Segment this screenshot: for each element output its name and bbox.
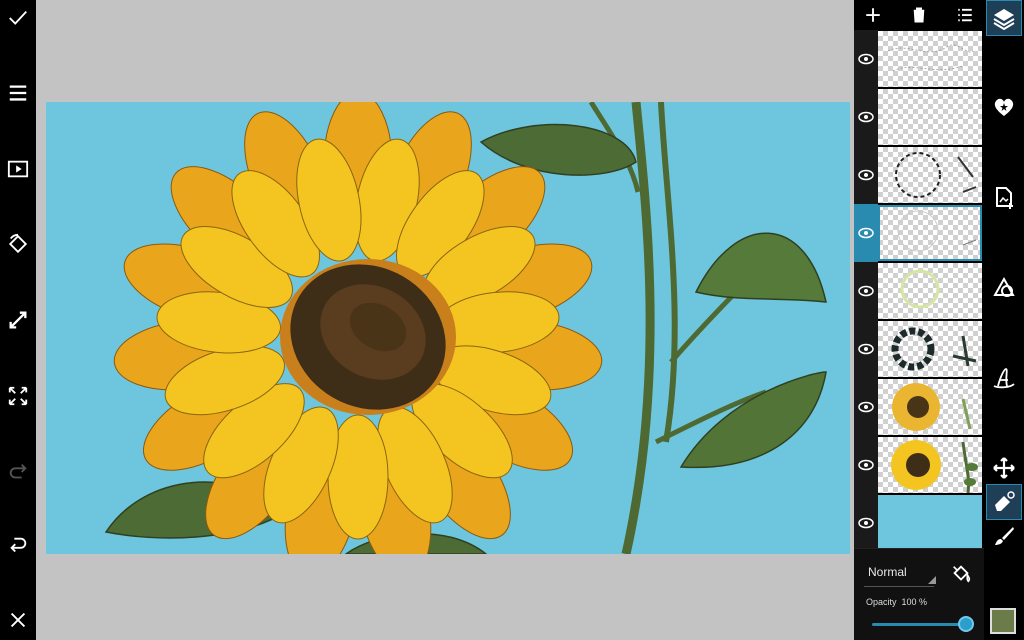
opacity-value: 100 % xyxy=(901,597,928,607)
resize-button[interactable] xyxy=(0,302,36,338)
brush-tool[interactable] xyxy=(986,518,1022,554)
eye-icon xyxy=(858,459,874,471)
blend-panel: Normal Opacity 100 % xyxy=(854,548,984,640)
layers-toolbar xyxy=(854,0,984,30)
layer-thumbnail xyxy=(878,263,982,319)
eye-icon xyxy=(858,517,874,529)
layer-row[interactable] xyxy=(854,30,984,88)
move-icon xyxy=(993,457,1015,479)
eye-icon xyxy=(858,111,874,123)
visibility-toggle[interactable] xyxy=(854,88,878,146)
layers-icon xyxy=(993,9,1015,30)
visibility-toggle[interactable] xyxy=(854,30,878,88)
shapes-icon xyxy=(993,276,1015,297)
brush-icon xyxy=(995,527,1014,545)
fill-button[interactable] xyxy=(946,559,976,589)
visibility-toggle[interactable] xyxy=(854,436,878,494)
undo-icon xyxy=(10,537,27,553)
move-tool[interactable] xyxy=(986,450,1022,486)
visibility-toggle[interactable] xyxy=(854,262,878,320)
app: Normal Opacity 100 % xyxy=(0,0,1024,640)
sunflower-artwork xyxy=(104,102,827,554)
eraser-icon xyxy=(995,491,1015,511)
undo-button[interactable] xyxy=(0,528,36,564)
text-icon xyxy=(993,368,1015,389)
visibility-toggle[interactable] xyxy=(854,204,878,262)
menu-button[interactable] xyxy=(0,75,36,111)
layers-button[interactable] xyxy=(986,0,1022,36)
layer-row[interactable] xyxy=(854,88,984,146)
play-icon xyxy=(7,160,29,178)
layer-row[interactable] xyxy=(854,378,984,436)
add-image-icon xyxy=(996,187,1013,209)
visibility-toggle[interactable] xyxy=(854,320,878,378)
opacity-slider-handle[interactable] xyxy=(958,616,974,632)
layer-thumbnail xyxy=(878,321,982,377)
layer-row-selected[interactable] xyxy=(854,204,984,262)
left-toolbar xyxy=(0,0,36,640)
confirm-button[interactable] xyxy=(0,0,36,36)
redo-icon xyxy=(9,464,27,479)
blend-mode-select[interactable]: Normal xyxy=(864,563,936,587)
text-button[interactable] xyxy=(986,360,1022,396)
layer-row[interactable] xyxy=(854,262,984,320)
layer-thumbnail xyxy=(878,31,982,87)
eye-icon xyxy=(858,285,874,297)
rotate-icon xyxy=(8,233,28,254)
eye-icon xyxy=(858,169,874,181)
eye-icon xyxy=(858,401,874,413)
shapes-button[interactable] xyxy=(986,270,1022,306)
rotate-button[interactable] xyxy=(0,226,36,262)
right-toolbar xyxy=(984,0,1024,640)
resize-icon xyxy=(9,311,27,329)
visibility-toggle[interactable] xyxy=(854,494,878,552)
layer-thumbnail xyxy=(878,89,982,145)
layer-thumbnail xyxy=(878,495,982,551)
close-button[interactable] xyxy=(0,602,36,638)
layer-row[interactable] xyxy=(854,494,984,552)
add-image-button[interactable] xyxy=(986,180,1022,216)
favorites-button[interactable] xyxy=(986,89,1022,125)
layers-panel xyxy=(854,0,984,552)
heart-star-icon xyxy=(994,98,1014,116)
eye-icon xyxy=(858,53,874,65)
visibility-toggle[interactable] xyxy=(854,378,878,436)
layer-list-icon[interactable] xyxy=(956,6,974,24)
layer-thumbnail xyxy=(878,437,982,493)
eye-icon xyxy=(858,343,874,355)
workspace[interactable] xyxy=(36,0,854,640)
redo-button[interactable] xyxy=(0,454,36,490)
opacity-label: Opacity 100 % xyxy=(866,597,927,607)
current-color-swatch[interactable] xyxy=(990,608,1016,634)
visibility-toggle[interactable] xyxy=(854,146,878,204)
menu-icon xyxy=(9,85,27,101)
layer-thumbnail xyxy=(878,379,982,435)
play-button[interactable] xyxy=(0,151,36,187)
layer-thumbnail xyxy=(878,205,982,261)
fit-screen-icon xyxy=(8,386,28,406)
eraser-tool[interactable] xyxy=(986,484,1022,520)
checkmark-icon xyxy=(9,10,27,25)
drawing-canvas[interactable] xyxy=(46,102,850,554)
opacity-title: Opacity xyxy=(866,597,897,607)
opacity-slider[interactable] xyxy=(872,623,968,626)
layer-row[interactable] xyxy=(854,320,984,378)
delete-layer-icon[interactable] xyxy=(910,6,928,24)
add-layer-icon[interactable] xyxy=(864,6,882,24)
eye-icon xyxy=(858,227,874,239)
layer-thumbnail xyxy=(878,147,982,203)
paint-bucket-icon xyxy=(953,565,971,583)
fit-screen-button[interactable] xyxy=(0,378,36,414)
layer-row[interactable] xyxy=(854,146,984,204)
layer-row[interactable] xyxy=(854,436,984,494)
close-icon xyxy=(10,612,26,628)
